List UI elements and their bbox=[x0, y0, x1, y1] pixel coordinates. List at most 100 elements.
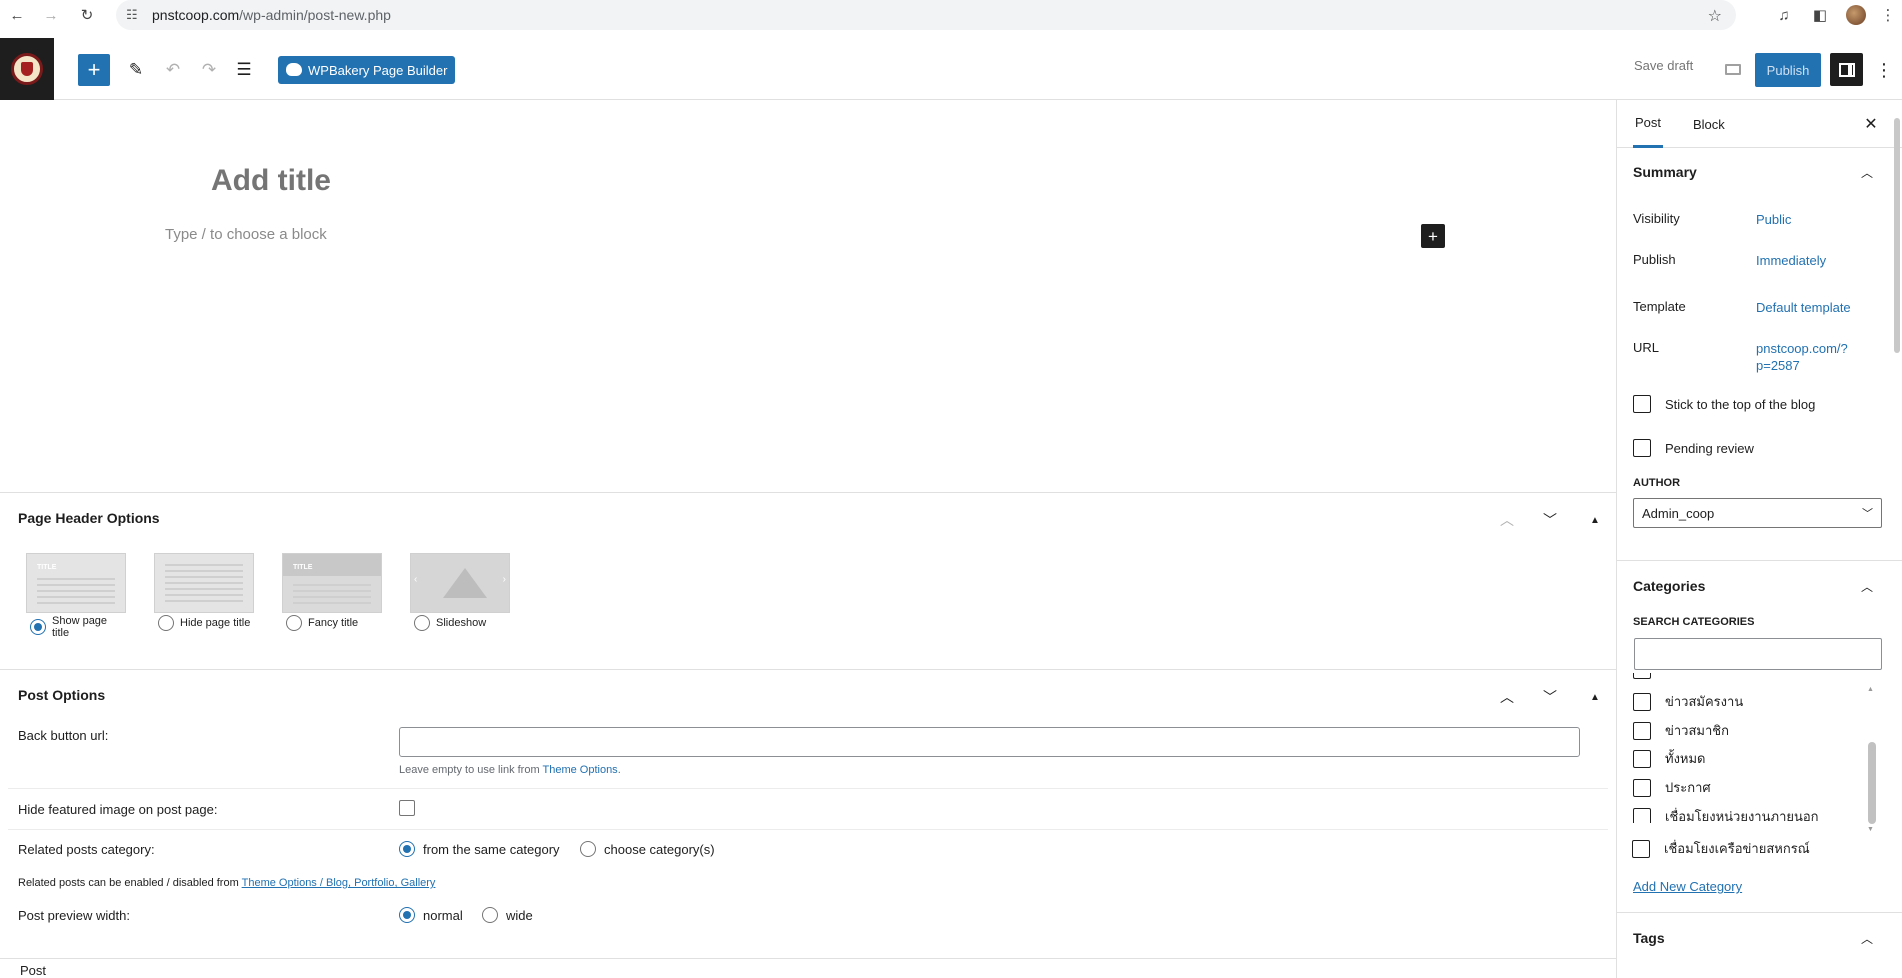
media-controls-icon[interactable]: ♫ bbox=[1766, 0, 1802, 30]
wpbakery-label: WPBakery Page Builder bbox=[308, 62, 448, 78]
category-label: ข่าวสมัครงาน bbox=[1665, 694, 1744, 709]
wpbakery-button[interactable]: WPBakery Page Builder bbox=[278, 56, 456, 84]
category-checkbox[interactable] bbox=[1633, 778, 1651, 797]
radio-related-choose[interactable] bbox=[580, 841, 596, 857]
author-select[interactable]: Admin_coop ﹀ bbox=[1633, 498, 1882, 528]
categories-scrollbar[interactable]: ▲ ▼ bbox=[1866, 686, 1878, 836]
categories-list: ข่าวสมัครงาน ข่าวสมาชิก ทั้งหมด ประกาศ เ… bbox=[1633, 673, 1881, 823]
undo-icon[interactable]: ↶ bbox=[157, 54, 189, 86]
preview-normal-option[interactable]: normal bbox=[399, 907, 463, 923]
show-page-title-option[interactable]: TITLE Show page title bbox=[26, 553, 126, 639]
post-title-input[interactable]: Add title bbox=[211, 164, 331, 198]
search-categories-input[interactable] bbox=[1634, 638, 1882, 670]
theme-options-link[interactable]: Theme Options bbox=[542, 764, 617, 776]
visibility-value[interactable]: Public bbox=[1756, 211, 1791, 228]
preview-device-icon[interactable] bbox=[1718, 54, 1748, 84]
close-icon[interactable]: ✕ bbox=[1857, 110, 1885, 138]
reload-icon[interactable]: ↻ bbox=[72, 0, 102, 30]
profile-avatar[interactable] bbox=[1838, 0, 1874, 30]
redo-icon[interactable]: ↷ bbox=[193, 54, 225, 86]
summary-panel-title[interactable]: Summary bbox=[1633, 164, 1697, 180]
chevron-up-icon[interactable]: ︿ bbox=[1861, 164, 1873, 181]
pending-review-checkbox-row[interactable]: Pending review bbox=[1633, 439, 1754, 457]
url-value[interactable]: pnstcoop.com/? p=2587 bbox=[1756, 340, 1848, 374]
back-button-url-input[interactable] bbox=[399, 727, 1580, 757]
document-overview-icon[interactable]: ☰ bbox=[228, 54, 260, 86]
publish-button[interactable]: Publish bbox=[1755, 53, 1821, 87]
list-item[interactable]: เชื่อมโยงหน่วยงานภายนอก bbox=[1633, 806, 1819, 823]
add-new-category-link[interactable]: Add New Category bbox=[1633, 879, 1742, 894]
category-checkbox[interactable] bbox=[1633, 721, 1651, 740]
related-same-option[interactable]: from the same category bbox=[399, 841, 560, 857]
chevron-up-icon[interactable]: ︿ bbox=[1861, 578, 1873, 595]
category-checkbox[interactable] bbox=[1632, 839, 1650, 858]
publish-schedule-value[interactable]: Immediately bbox=[1756, 252, 1826, 269]
list-item[interactable]: ข่าวสมาชิก bbox=[1633, 720, 1729, 741]
forward-icon[interactable]: → bbox=[36, 0, 66, 30]
side-panel-icon[interactable]: ◧ bbox=[1802, 0, 1838, 30]
options-more-icon[interactable]: ⋮ bbox=[1872, 54, 1896, 86]
preview-wide-label: wide bbox=[506, 907, 533, 923]
list-item[interactable]: ทั้งหมด bbox=[1633, 748, 1706, 769]
related-choose-option[interactable]: choose category(s) bbox=[580, 841, 715, 857]
sidebar-pane-icon bbox=[1838, 62, 1855, 77]
metabox-title: Page Header Options bbox=[18, 510, 160, 526]
move-down-icon[interactable]: ﹀ bbox=[1535, 682, 1565, 712]
category-checkbox[interactable] bbox=[1633, 807, 1651, 823]
tab-post[interactable]: Post bbox=[1633, 100, 1664, 148]
preview-normal-label: normal bbox=[423, 907, 463, 923]
radio-slideshow[interactable] bbox=[414, 615, 430, 631]
list-item[interactable] bbox=[1633, 673, 1651, 679]
hide-featured-checkbox-row[interactable] bbox=[399, 800, 415, 816]
move-up-icon[interactable]: ︿ bbox=[1492, 682, 1522, 712]
block-inserter-button[interactable]: + bbox=[78, 54, 110, 86]
bookmark-star-icon[interactable]: ☆ bbox=[1708, 6, 1722, 26]
settings-toggle-button[interactable] bbox=[1830, 53, 1863, 86]
site-logo[interactable] bbox=[0, 38, 54, 100]
sticky-checkbox[interactable] bbox=[1633, 395, 1651, 413]
radio-show-page-title[interactable] bbox=[30, 619, 46, 635]
block-placeholder[interactable]: Type / to choose a block bbox=[165, 226, 327, 243]
radio-hide-page-title[interactable] bbox=[158, 615, 174, 631]
list-item[interactable]: ข่าวสมัครงาน bbox=[1633, 691, 1743, 712]
inline-block-inserter-button[interactable]: + bbox=[1421, 224, 1445, 248]
pending-review-label: Pending review bbox=[1665, 440, 1754, 456]
fancy-title-option[interactable]: TITLE Fancy title bbox=[282, 553, 382, 631]
sticky-checkbox-row[interactable]: Stick to the top of the blog bbox=[1633, 395, 1815, 413]
category-checkbox[interactable] bbox=[1633, 692, 1651, 711]
radio-preview-normal[interactable] bbox=[399, 907, 415, 923]
toggle-panel-icon[interactable]: ▲ bbox=[1580, 682, 1610, 712]
category-label: ข่าวสมาชิก bbox=[1665, 723, 1729, 738]
category-label: ทั้งหมด bbox=[1665, 751, 1706, 766]
move-down-icon[interactable]: ﹀ bbox=[1535, 505, 1565, 535]
move-up-icon[interactable]: ︿ bbox=[1492, 505, 1522, 535]
thumb-hide-title bbox=[154, 553, 254, 613]
list-item[interactable]: เชื่อมโยงเครือข่ายสหกรณ์ bbox=[1632, 838, 1810, 859]
category-checkbox[interactable] bbox=[1633, 749, 1651, 768]
pending-review-checkbox[interactable] bbox=[1633, 439, 1651, 457]
hide-page-title-option[interactable]: Hide page title bbox=[154, 553, 254, 631]
radio-fancy-title[interactable] bbox=[286, 615, 302, 631]
chevron-up-icon[interactable]: ︿ bbox=[1861, 930, 1873, 947]
sidebar-scrollbar[interactable] bbox=[1894, 118, 1900, 353]
categories-panel-title[interactable]: Categories bbox=[1633, 578, 1705, 594]
slideshow-option[interactable]: ‹ › Slideshow bbox=[410, 553, 510, 631]
category-checkbox[interactable] bbox=[1633, 673, 1651, 679]
tab-block[interactable]: Block bbox=[1691, 100, 1727, 148]
radio-preview-wide[interactable] bbox=[482, 907, 498, 923]
site-settings-icon[interactable]: ☷ bbox=[126, 7, 144, 23]
tools-pencil-icon[interactable]: ✎ bbox=[120, 54, 152, 86]
preview-wide-option[interactable]: wide bbox=[482, 907, 533, 923]
browser-menu-icon[interactable]: ⋮ bbox=[1874, 0, 1902, 30]
toggle-panel-icon[interactable]: ▲ bbox=[1580, 505, 1610, 535]
address-bar[interactable]: ☷ pnstcoop.com/wp-admin/post-new.php ☆ bbox=[116, 0, 1736, 30]
radio-related-same[interactable] bbox=[399, 841, 415, 857]
save-draft-button[interactable]: Save draft bbox=[1634, 58, 1693, 73]
breadcrumb-post[interactable]: Post bbox=[20, 963, 46, 978]
template-value[interactable]: Default template bbox=[1756, 299, 1851, 316]
theme-options-blog-link[interactable]: Theme Options / Blog, Portfolio, Gallery bbox=[242, 877, 436, 889]
list-item[interactable]: ประกาศ bbox=[1633, 777, 1711, 798]
back-icon[interactable]: ← bbox=[2, 0, 32, 30]
hide-featured-checkbox[interactable] bbox=[399, 800, 415, 816]
tags-panel-title[interactable]: Tags bbox=[1633, 930, 1665, 946]
